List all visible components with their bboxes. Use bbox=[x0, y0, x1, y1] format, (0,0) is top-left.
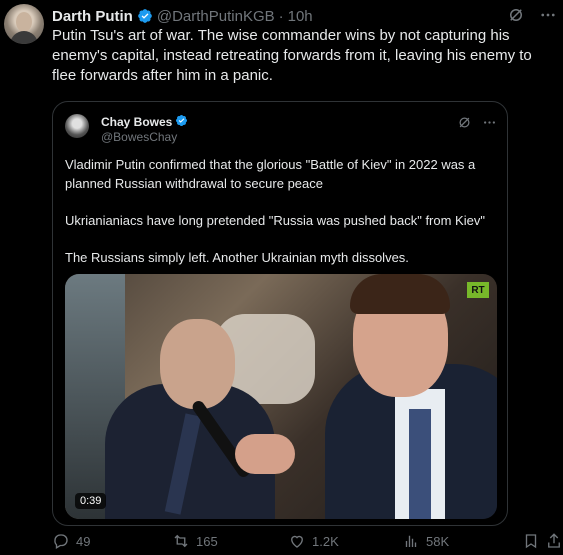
video-hand bbox=[235, 434, 295, 474]
video-person-right-tie bbox=[409, 409, 431, 519]
verified-badge-icon bbox=[137, 8, 153, 24]
grok-icon[interactable] bbox=[507, 6, 525, 24]
repost-icon bbox=[174, 534, 188, 548]
quoted-paragraph: Vladimir Putin confirmed that the glorio… bbox=[65, 157, 476, 191]
author-handle[interactable]: @DarthPutinKGB bbox=[157, 8, 275, 25]
repost-count: 165 bbox=[196, 533, 218, 549]
quoted-more-options-icon[interactable] bbox=[482, 115, 497, 135]
more-options-icon[interactable] bbox=[539, 6, 557, 24]
avatar-shoulders bbox=[10, 31, 38, 44]
quoted-author-avatar[interactable] bbox=[65, 114, 89, 138]
tweet-text: Putin Tsu's art of war. The wise command… bbox=[52, 27, 532, 84]
views-count: 58K bbox=[426, 533, 450, 549]
tweet-header: Darth Putin @DarthPutinKGB · 10h bbox=[52, 6, 313, 26]
quoted-paragraph: Ukrianianiacs have long pretended "Russi… bbox=[65, 213, 485, 228]
heart-icon bbox=[291, 535, 303, 548]
quoted-verified-badge-icon bbox=[175, 114, 188, 130]
share-button[interactable] bbox=[545, 532, 563, 550]
quoted-author-name-row: Chay Bowes bbox=[101, 114, 188, 130]
tweet: Darth Putin @DarthPutinKGB · 10h Putin T… bbox=[0, 0, 563, 555]
tweet-actions: 49 165 1.2K 58K bbox=[52, 532, 560, 552]
quoted-grok-icon[interactable] bbox=[457, 115, 472, 135]
like-count: 1.2K bbox=[312, 533, 339, 549]
header-separator: · bbox=[278, 7, 284, 25]
quoted-author-handle[interactable]: @BowesChay bbox=[101, 130, 177, 144]
video-player[interactable]: RT 0:39 bbox=[65, 274, 497, 519]
tweet-top-icons bbox=[507, 6, 557, 24]
quoted-tweet[interactable]: Chay Bowes @BowesChay Vladimir Putin con… bbox=[52, 101, 508, 526]
repost-button[interactable]: 165 bbox=[172, 532, 218, 550]
bookmark-button[interactable] bbox=[522, 532, 540, 550]
video-person-right-hair bbox=[350, 274, 450, 314]
reply-icon bbox=[54, 534, 68, 549]
rt-logo: RT bbox=[467, 282, 489, 298]
views-button[interactable]: 58K bbox=[402, 532, 449, 550]
quoted-paragraph: The Russians simply left. Another Ukrain… bbox=[65, 250, 409, 265]
views-chart-icon bbox=[405, 535, 417, 547]
quoted-top-icons bbox=[457, 115, 497, 135]
like-button[interactable]: 1.2K bbox=[288, 532, 339, 550]
quoted-tweet-text: Vladimir Putin confirmed that the glorio… bbox=[65, 155, 505, 285]
author-avatar[interactable] bbox=[4, 4, 44, 44]
quoted-author-name[interactable]: Chay Bowes bbox=[101, 115, 172, 129]
video-duration: 0:39 bbox=[75, 493, 107, 509]
tweet-time[interactable]: 10h bbox=[288, 8, 313, 25]
reply-button[interactable]: 49 bbox=[52, 532, 90, 550]
author-name[interactable]: Darth Putin bbox=[52, 8, 133, 25]
avatar-face bbox=[16, 12, 32, 32]
video-person-left-head bbox=[160, 319, 235, 409]
reply-count: 49 bbox=[76, 533, 91, 549]
bookmark-icon bbox=[525, 534, 537, 549]
share-icon bbox=[548, 533, 560, 548]
